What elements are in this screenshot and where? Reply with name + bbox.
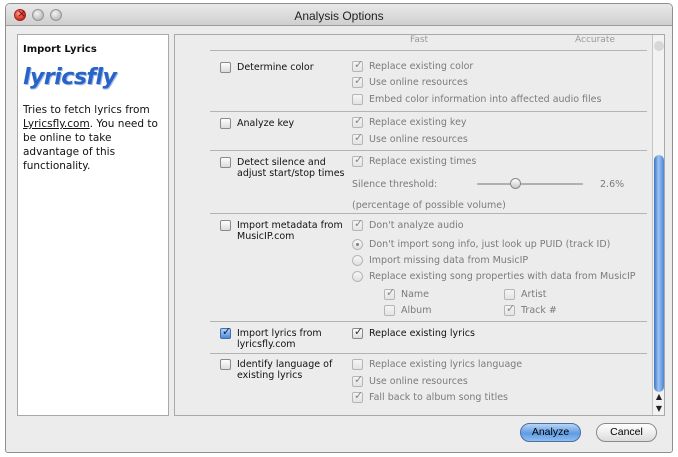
- options-scroll-area[interactable]: Fast Accurate Determine color Replace ex…: [174, 34, 665, 416]
- silence-label: Detect silence and adjust start/stop time…: [237, 157, 345, 179]
- info-description: Tries to fetch lyrics from Lyricsfly.com…: [23, 103, 168, 173]
- musicip-checkbox[interactable]: [220, 220, 231, 231]
- replace-properties-radio[interactable]: [352, 271, 363, 282]
- divider: [210, 150, 647, 151]
- analysis-options-window: Analysis Options Import Lyrics lyricsfly…: [5, 3, 673, 453]
- color-online-checkbox[interactable]: [352, 74, 363, 88]
- replace-times-option[interactable]: Replace existing times: [352, 153, 476, 167]
- scroll-down-arrow-icon[interactable]: ▼: [653, 403, 664, 415]
- dont-analyze-option[interactable]: Don't analyze audio: [352, 217, 464, 231]
- lyrics-row[interactable]: Import lyrics fromlyricsfly.com: [220, 325, 322, 350]
- language-checkbox[interactable]: [220, 359, 231, 370]
- scrollbar-thumb[interactable]: [654, 155, 664, 392]
- info-heading: Import Lyrics: [23, 44, 97, 55]
- field-artist-option[interactable]: Artist: [504, 289, 546, 300]
- scrollbar-track-cap: [654, 41, 664, 51]
- replace-color-checkbox[interactable]: [352, 58, 363, 72]
- replace-key-option[interactable]: Replace existing key: [352, 114, 467, 128]
- divider: [210, 353, 647, 354]
- replace-times-checkbox[interactable]: [352, 153, 363, 167]
- lyrics-label: Import lyrics from lyricsfly.com: [237, 328, 322, 350]
- field-album-checkbox[interactable]: [384, 305, 395, 316]
- analyze-key-label: Analyze key: [237, 118, 295, 129]
- determine-color-checkbox[interactable]: [220, 62, 231, 73]
- replace-language-checkbox[interactable]: [352, 359, 363, 370]
- dont-analyze-checkbox[interactable]: [352, 217, 363, 231]
- field-name-option[interactable]: Name: [384, 286, 429, 300]
- determine-color-label: Determine color: [237, 62, 314, 73]
- replace-language-option[interactable]: Replace existing lyrics language: [352, 359, 522, 370]
- field-name-checkbox[interactable]: [384, 286, 395, 300]
- import-missing-radio[interactable]: [352, 255, 363, 266]
- desc-text-start: Tries to fetch lyrics from: [23, 104, 150, 116]
- lyricsfly-link[interactable]: Lyricsfly.com: [23, 118, 90, 130]
- album-titles-checkbox[interactable]: [352, 389, 363, 403]
- divider: [210, 50, 647, 51]
- musicip-label: Import metadata from MusicIP.com: [237, 220, 343, 242]
- title-bar: Analysis Options: [6, 4, 672, 26]
- silence-row[interactable]: Detect silence and adjust start/stop time…: [220, 157, 344, 179]
- field-album-option[interactable]: Album: [384, 305, 431, 316]
- silence-threshold-knob[interactable]: [510, 178, 521, 189]
- silence-threshold-slider[interactable]: [477, 183, 583, 185]
- import-missing-radio-row[interactable]: Import missing data from MusicIP: [352, 255, 528, 266]
- analyze-button[interactable]: Analyze: [520, 423, 581, 442]
- replace-color-option[interactable]: Replace existing color: [352, 58, 473, 72]
- embed-color-checkbox[interactable]: [352, 94, 363, 105]
- window-title: Analysis Options: [294, 9, 384, 23]
- analyze-key-row[interactable]: Analyze key: [220, 118, 294, 129]
- scale-accurate-label: Accurate: [575, 35, 615, 45]
- color-online-option[interactable]: Use online resources: [352, 74, 468, 88]
- language-row[interactable]: Identify language of existing lyrics: [220, 359, 332, 381]
- divider: [210, 213, 647, 214]
- replace-properties-radio-row[interactable]: Replace existing song properties with da…: [352, 271, 636, 282]
- silence-threshold-label: Silence threshold:: [352, 179, 438, 190]
- silence-threshold-note: (percentage of possible volume): [352, 200, 506, 211]
- musicip-row[interactable]: Import metadata from MusicIP.com: [220, 220, 343, 242]
- field-artist-checkbox[interactable]: [504, 289, 515, 300]
- cancel-button[interactable]: Cancel: [596, 423, 657, 442]
- vertical-scrollbar[interactable]: ▲ ▼: [652, 35, 664, 415]
- analyze-key-checkbox[interactable]: [220, 118, 231, 129]
- language-label: Identify language of existing lyrics: [237, 359, 333, 381]
- silence-threshold-value: 2.6%: [600, 179, 625, 190]
- replace-lyrics-checkbox[interactable]: [352, 325, 363, 339]
- key-online-option[interactable]: Use online resources: [352, 131, 468, 145]
- silence-checkbox[interactable]: [220, 157, 231, 168]
- info-panel: Import Lyrics lyricsfly Tries to fetch l…: [17, 34, 169, 416]
- field-track-option[interactable]: Track #: [504, 302, 557, 316]
- divider: [210, 321, 647, 322]
- language-online-checkbox[interactable]: [352, 373, 363, 387]
- divider: [210, 111, 647, 112]
- scroll-up-arrow-icon[interactable]: ▲: [653, 391, 664, 403]
- lyrics-checkbox[interactable]: [220, 325, 231, 339]
- field-track-checkbox[interactable]: [504, 302, 515, 316]
- determine-color-row[interactable]: Determine color: [220, 62, 314, 73]
- embed-color-option[interactable]: Embed color information into affected au…: [352, 94, 601, 105]
- replace-lyrics-option[interactable]: Replace existing lyrics: [352, 325, 475, 339]
- key-online-checkbox[interactable]: [352, 131, 363, 145]
- puid-only-radio-row[interactable]: Don't import song info, just look up PUI…: [352, 239, 610, 250]
- lyricsfly-logo: lyricsfly: [23, 65, 117, 90]
- language-online-option[interactable]: Use online resources: [352, 373, 468, 387]
- puid-only-radio[interactable]: [352, 239, 363, 250]
- scale-fast-label: Fast: [410, 35, 429, 45]
- album-titles-option[interactable]: Fall back to album song titles: [352, 389, 508, 403]
- replace-key-checkbox[interactable]: [352, 114, 363, 128]
